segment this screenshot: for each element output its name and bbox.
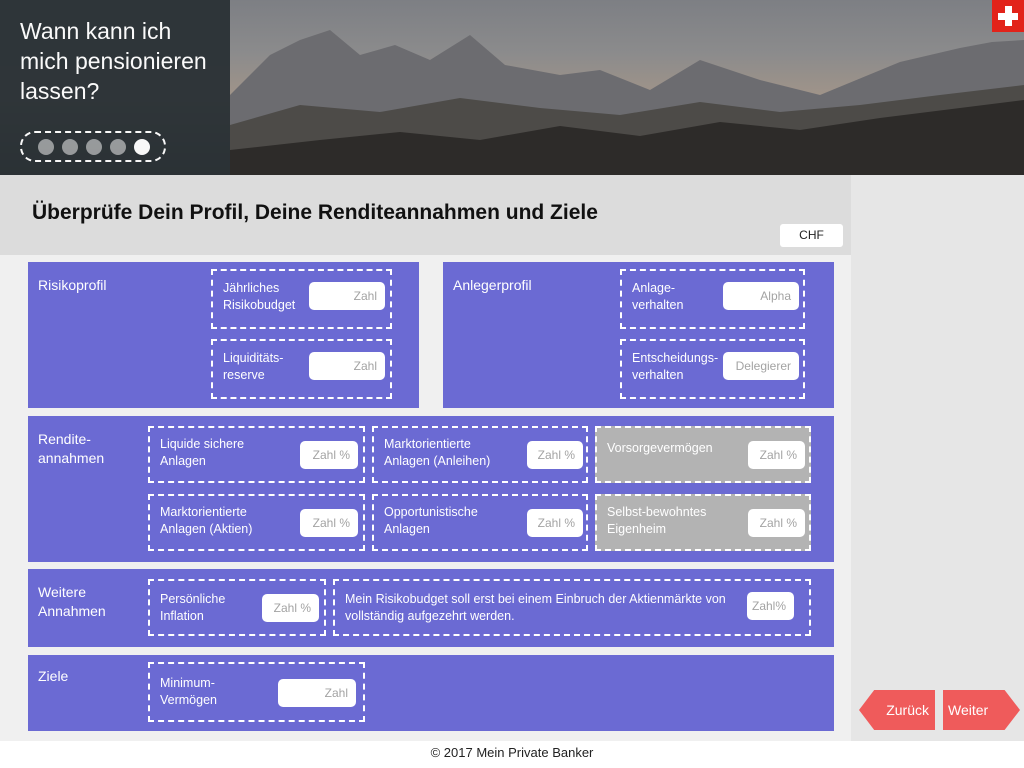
liquide-anlagen-input[interactable]: Zahl % [300, 441, 358, 469]
anlageverhalten-select[interactable]: Alpha [723, 282, 799, 310]
risikobudget-input[interactable]: Zahl [309, 282, 385, 310]
vorsorgevermoegen-input[interactable]: Zahl % [748, 441, 805, 469]
field-label: Selbst-bewohntes Eigenheim [607, 505, 707, 536]
header-banner: Wann kann ich mich pensionieren lassen? [0, 0, 1024, 175]
field-vorsorgevermoegen: Vorsorgevermögen Zahl % [595, 426, 811, 483]
section-renditeannahmen: Rendite-annahmen Liquide sichere Anlagen… [28, 416, 834, 562]
inflation-input[interactable]: Zahl % [262, 594, 319, 622]
field-entscheidungsverhalten: Entscheidungs-verhalten Delegierer [620, 339, 805, 399]
section-label: Weitere Annahmen [38, 584, 106, 619]
back-button[interactable]: Zurück [859, 690, 935, 730]
aktien-input[interactable]: Zahl % [300, 509, 358, 537]
swiss-flag-icon [992, 0, 1024, 32]
field-label: Liquide sichere Anlagen [160, 437, 245, 468]
field-label: Jährliches Risikobudget [223, 281, 296, 312]
progress-indicator [20, 131, 166, 162]
liquiditaetsreserve-input[interactable]: Zahl [309, 352, 385, 380]
entscheidungsverhalten-select[interactable]: Delegierer [723, 352, 799, 380]
field-label: Marktorientierte Anlagen (Anleihen) [384, 437, 491, 468]
field-label: Opportunistische Anlagen [384, 505, 478, 536]
progress-dot-2 [62, 138, 78, 155]
section-label: Rendite-annahmen [38, 431, 105, 466]
section-label: Anlegerprofil [453, 277, 532, 293]
progress-dot-1 [38, 138, 54, 155]
page-title: Wann kann ich mich pensionieren lassen? [20, 18, 207, 104]
minimum-vermoegen-input[interactable]: Zahl [278, 679, 356, 707]
section-risikoprofil: Risikoprofil Jährliches Risikobudget Zah… [28, 262, 419, 408]
field-eigenheim: Selbst-bewohntes Eigenheim Zahl % [595, 494, 811, 551]
field-label: Minimum-Vermögen [160, 676, 217, 707]
field-anlageverhalten: Anlage-verhalten Alpha [620, 269, 805, 329]
section-weitere-annahmen: Weitere Annahmen Persönliche Inflation Z… [28, 569, 834, 647]
field-minimum-vermoegen: Minimum-Vermögen Zahl [148, 662, 365, 722]
footer-copyright: © 2017 Mein Private Banker [0, 741, 1024, 768]
field-liquide-anlagen: Liquide sichere Anlagen Zahl % [148, 426, 365, 483]
progress-dot-5 [134, 138, 150, 155]
field-label: Mein Risikobudget soll erst bei einem Ei… [345, 592, 726, 623]
side-panel [851, 175, 1024, 741]
field-label: Persönliche Inflation [160, 592, 226, 623]
field-anleihen: Marktorientierte Anlagen (Anleihen) Zahl… [372, 426, 588, 483]
section-label: Risikoprofil [38, 277, 107, 293]
eigenheim-input[interactable]: Zahl % [748, 509, 805, 537]
field-inflation: Persönliche Inflation Zahl % [148, 579, 326, 636]
currency-selector[interactable]: CHF [780, 224, 843, 247]
section-label: Ziele [38, 668, 69, 684]
field-aktien: Marktorientierte Anlagen (Aktien) Zahl % [148, 494, 365, 551]
anleihen-input[interactable]: Zahl % [527, 441, 583, 469]
field-label: Liquiditäts-reserve [223, 351, 284, 382]
section-headline: Überprüfe Dein Profil, Deine Renditeanna… [32, 201, 598, 224]
field-opportunistische-anlagen: Opportunistische Anlagen Zahl % [372, 494, 588, 551]
field-label: Entscheidungs-verhalten [632, 351, 719, 382]
progress-dot-4 [110, 138, 126, 155]
title-panel: Wann kann ich mich pensionieren lassen? [0, 0, 230, 175]
field-liquiditaetsreserve: Liquiditäts-reserve Zahl [211, 339, 392, 399]
section-anlegerprofil: Anlegerprofil Anlage-verhalten Alpha Ent… [443, 262, 834, 408]
field-risikobudget-einbruch: Mein Risikobudget soll erst bei einem Ei… [333, 579, 811, 636]
field-risikobudget: Jährliches Risikobudget Zahl [211, 269, 392, 329]
next-button[interactable]: Weiter [943, 690, 1020, 730]
field-label: Vorsorgevermögen [607, 441, 713, 455]
einbruch-input[interactable]: Zahl% [747, 592, 794, 620]
section-ziele: Ziele Minimum-Vermögen Zahl [28, 655, 834, 731]
field-label: Marktorientierte Anlagen (Aktien) [160, 505, 253, 536]
opportunistische-anlagen-input[interactable]: Zahl % [527, 509, 583, 537]
field-label: Anlage-verhalten [632, 281, 684, 312]
progress-dot-3 [86, 138, 102, 155]
